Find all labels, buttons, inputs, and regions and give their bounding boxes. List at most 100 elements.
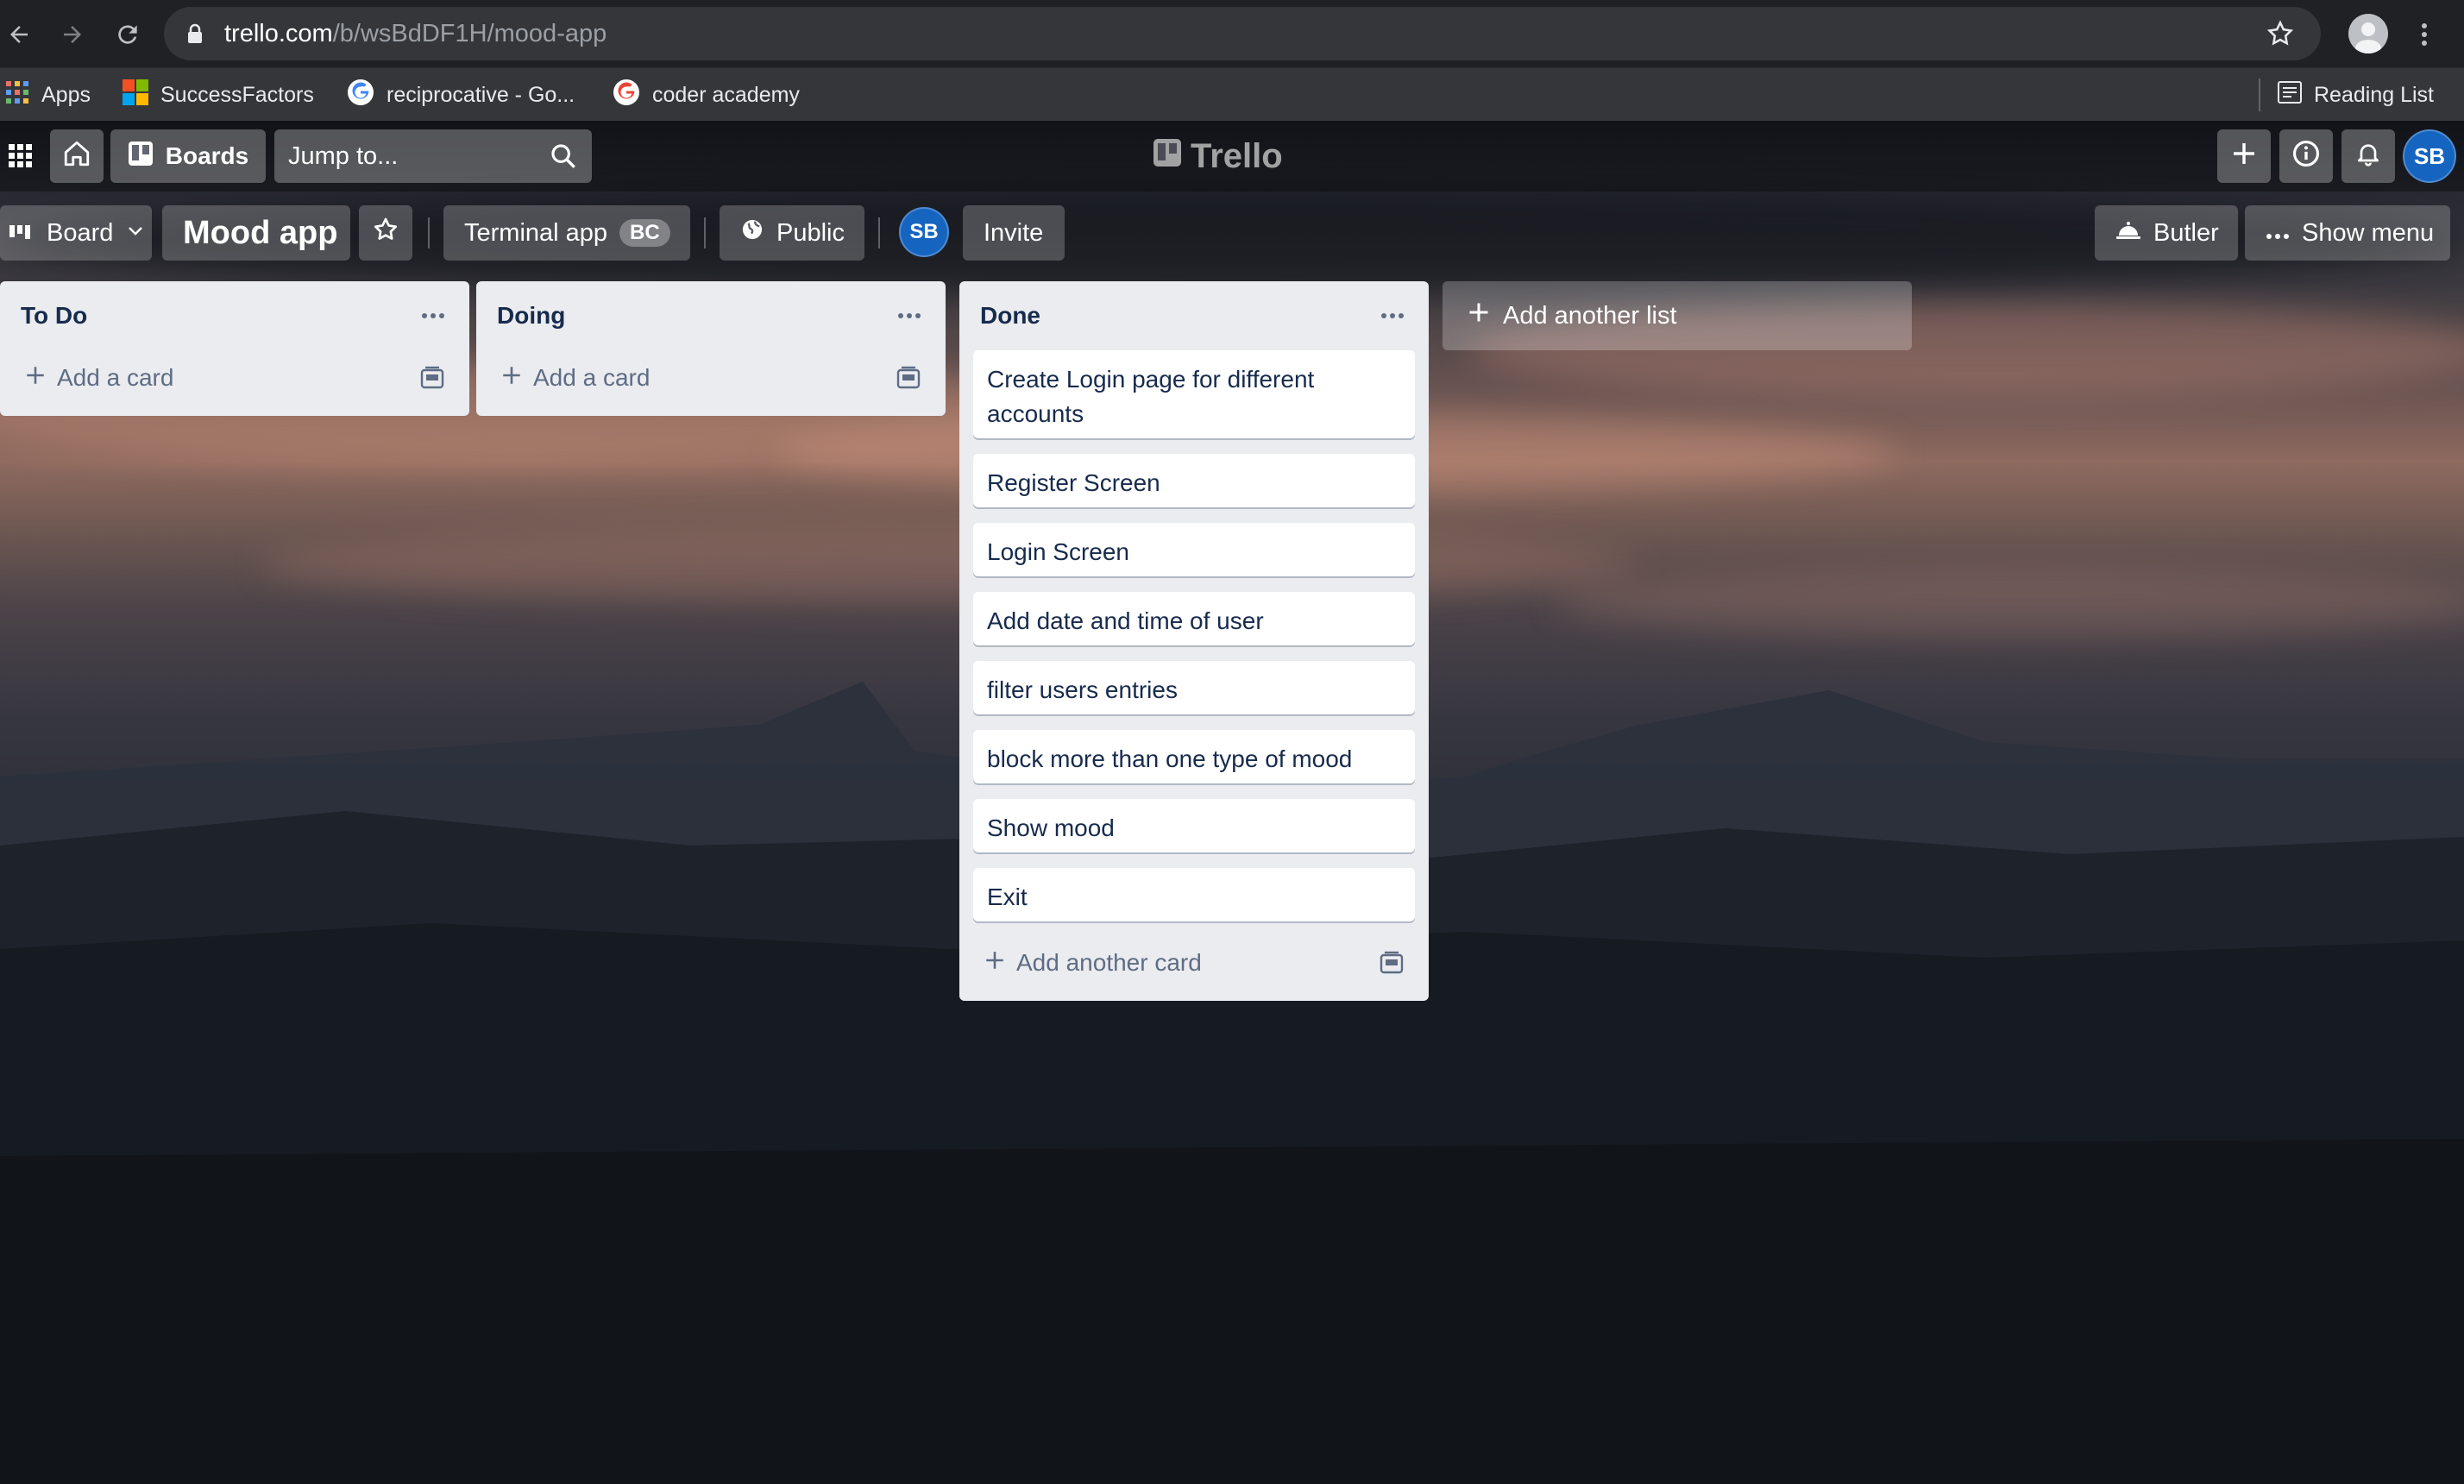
board-member-avatar[interactable]: SB — [899, 207, 949, 257]
google-logo-icon — [347, 79, 374, 112]
toolbar-divider — [704, 217, 706, 248]
trello-logo[interactable]: Trello — [1153, 136, 1283, 176]
browser-profile-icon[interactable] — [2348, 14, 2388, 53]
list-title-text: Done — [980, 302, 1040, 329]
butler-button[interactable]: Butler — [2095, 205, 2238, 261]
add-card-button[interactable]: Add a card — [490, 354, 932, 402]
browser-menu-icon[interactable] — [2416, 16, 2433, 53]
bookmark-apps[interactable]: Apps — [5, 80, 91, 110]
bookmark-label: SuccessFactors — [160, 82, 314, 107]
plus-icon — [2230, 140, 2258, 173]
add-card-label: Add a card — [533, 364, 651, 391]
bookmark-star-icon[interactable] — [2266, 19, 2295, 48]
card-add-date-time[interactable]: Add date and time of user — [973, 592, 1415, 645]
url-host: trello.com — [224, 19, 333, 47]
create-button[interactable] — [2217, 129, 2271, 183]
info-button[interactable] — [2279, 129, 2333, 183]
reload-icon[interactable] — [109, 16, 147, 53]
home-icon — [62, 139, 91, 174]
add-card-label: Add a card — [57, 364, 174, 391]
butler-label: Butler — [2153, 218, 2219, 247]
board-view-switcher[interactable]: Board — [0, 205, 152, 261]
browser-toolbar: trello.com/b/wsBdDF1H/mood-app — [0, 0, 2464, 67]
more-horizontal-icon — [2266, 219, 2290, 248]
visibility-label: Public — [776, 218, 845, 247]
reading-list-button[interactable]: Reading List — [2278, 80, 2434, 110]
list-title[interactable]: To Do — [0, 281, 469, 349]
star-board-button[interactable] — [359, 205, 412, 261]
list-done: Done Create Login page for different acc… — [959, 281, 1429, 1001]
card-template-icon[interactable] — [419, 366, 445, 390]
lock-icon — [186, 23, 204, 44]
forward-icon[interactable] — [53, 16, 91, 53]
reading-list-label: Reading List — [2314, 82, 2434, 107]
reading-list-icon — [2278, 80, 2302, 110]
add-card-label: Add another card — [1016, 949, 1202, 976]
notifications-button[interactable] — [2341, 129, 2395, 183]
show-menu-label: Show menu — [2302, 218, 2435, 247]
list-menu-icon[interactable] — [894, 302, 925, 330]
workspace-button[interactable]: Terminal app BC — [443, 205, 690, 261]
plus-icon — [500, 364, 523, 393]
workspace-badge: BC — [619, 219, 670, 247]
workspace-label: Terminal app — [464, 218, 608, 247]
search-placeholder: Jump to... — [288, 141, 399, 170]
info-icon — [2291, 139, 2321, 174]
url-path: /b/wsBdDF1H/mood-app — [332, 19, 607, 47]
user-avatar[interactable]: SB — [2403, 129, 2456, 183]
address-bar[interactable]: trello.com/b/wsBdDF1H/mood-app — [164, 7, 2321, 60]
list-menu-icon[interactable] — [1377, 302, 1408, 330]
jump-to-search-input[interactable]: Jump to... — [274, 129, 592, 183]
add-list-label: Add another list — [1503, 301, 1677, 330]
visibility-button[interactable]: Public — [720, 205, 864, 261]
bookmark-coder-academy[interactable]: coder academy — [613, 79, 800, 112]
microsoft-logo-icon — [123, 79, 148, 111]
show-menu-button[interactable]: Show menu — [2245, 205, 2450, 261]
plus-icon — [1467, 300, 1491, 331]
bookmarks-divider — [2259, 79, 2260, 111]
list-title-text: To Do — [21, 302, 88, 329]
boards-label: Boards — [165, 142, 249, 169]
card-block-mood[interactable]: block more than one type of mood — [973, 730, 1415, 783]
card-register-screen[interactable]: Register Screen — [973, 454, 1415, 507]
bookmark-label: reciprocative - Go... — [387, 82, 575, 107]
add-another-card-button[interactable]: Add another card — [973, 939, 1415, 987]
list-title[interactable]: Done — [959, 281, 1429, 349]
invite-button[interactable]: Invite — [963, 205, 1065, 261]
list-menu-icon[interactable] — [418, 302, 449, 330]
card-show-mood[interactable]: Show mood — [973, 799, 1415, 852]
boards-button[interactable]: Boards — [110, 129, 266, 183]
trello-header: Boards Jump to... Trello SB — [0, 121, 2464, 192]
card-filter-entries[interactable]: filter users entries — [973, 661, 1415, 714]
home-button[interactable] — [50, 129, 104, 183]
list-title-text: Doing — [497, 302, 566, 329]
bookmarks-bar: Apps SuccessFactors reciprocative - Go..… — [0, 67, 2464, 121]
chevron-down-icon — [125, 219, 146, 248]
board-view-icon — [9, 219, 35, 248]
list-title[interactable]: Doing — [476, 281, 946, 349]
board-title[interactable]: Mood app — [162, 205, 350, 261]
trello-logo-text: Trello — [1191, 136, 1283, 175]
card-exit[interactable]: Exit — [973, 868, 1415, 921]
star-icon — [372, 216, 399, 250]
search-icon[interactable] — [549, 141, 578, 171]
card-login-screen[interactable]: Login Screen — [973, 523, 1415, 576]
bookmark-label: Apps — [41, 82, 91, 107]
card-create-login-page[interactable]: Create Login page for different accounts — [973, 350, 1415, 438]
add-card-button[interactable]: Add a card — [14, 354, 456, 402]
app-switcher-icon[interactable] — [0, 129, 41, 183]
back-icon[interactable] — [0, 16, 38, 53]
butler-bell-icon — [2115, 218, 2141, 248]
boards-icon — [128, 141, 154, 173]
plus-icon — [984, 949, 1006, 978]
list-doing: Doing Add a card — [476, 281, 946, 416]
list-to-do: To Do Add a card — [0, 281, 469, 416]
globe-icon — [740, 217, 764, 248]
add-another-list-button[interactable]: Add another list — [1443, 281, 1912, 350]
card-template-icon[interactable] — [1379, 951, 1405, 975]
card-template-icon[interactable] — [896, 366, 921, 390]
toolbar-divider — [878, 217, 880, 248]
bookmark-successfactors[interactable]: SuccessFactors — [123, 79, 314, 111]
bookmark-reciprocative[interactable]: reciprocative - Go... — [347, 79, 575, 112]
google-logo-icon — [613, 79, 640, 112]
